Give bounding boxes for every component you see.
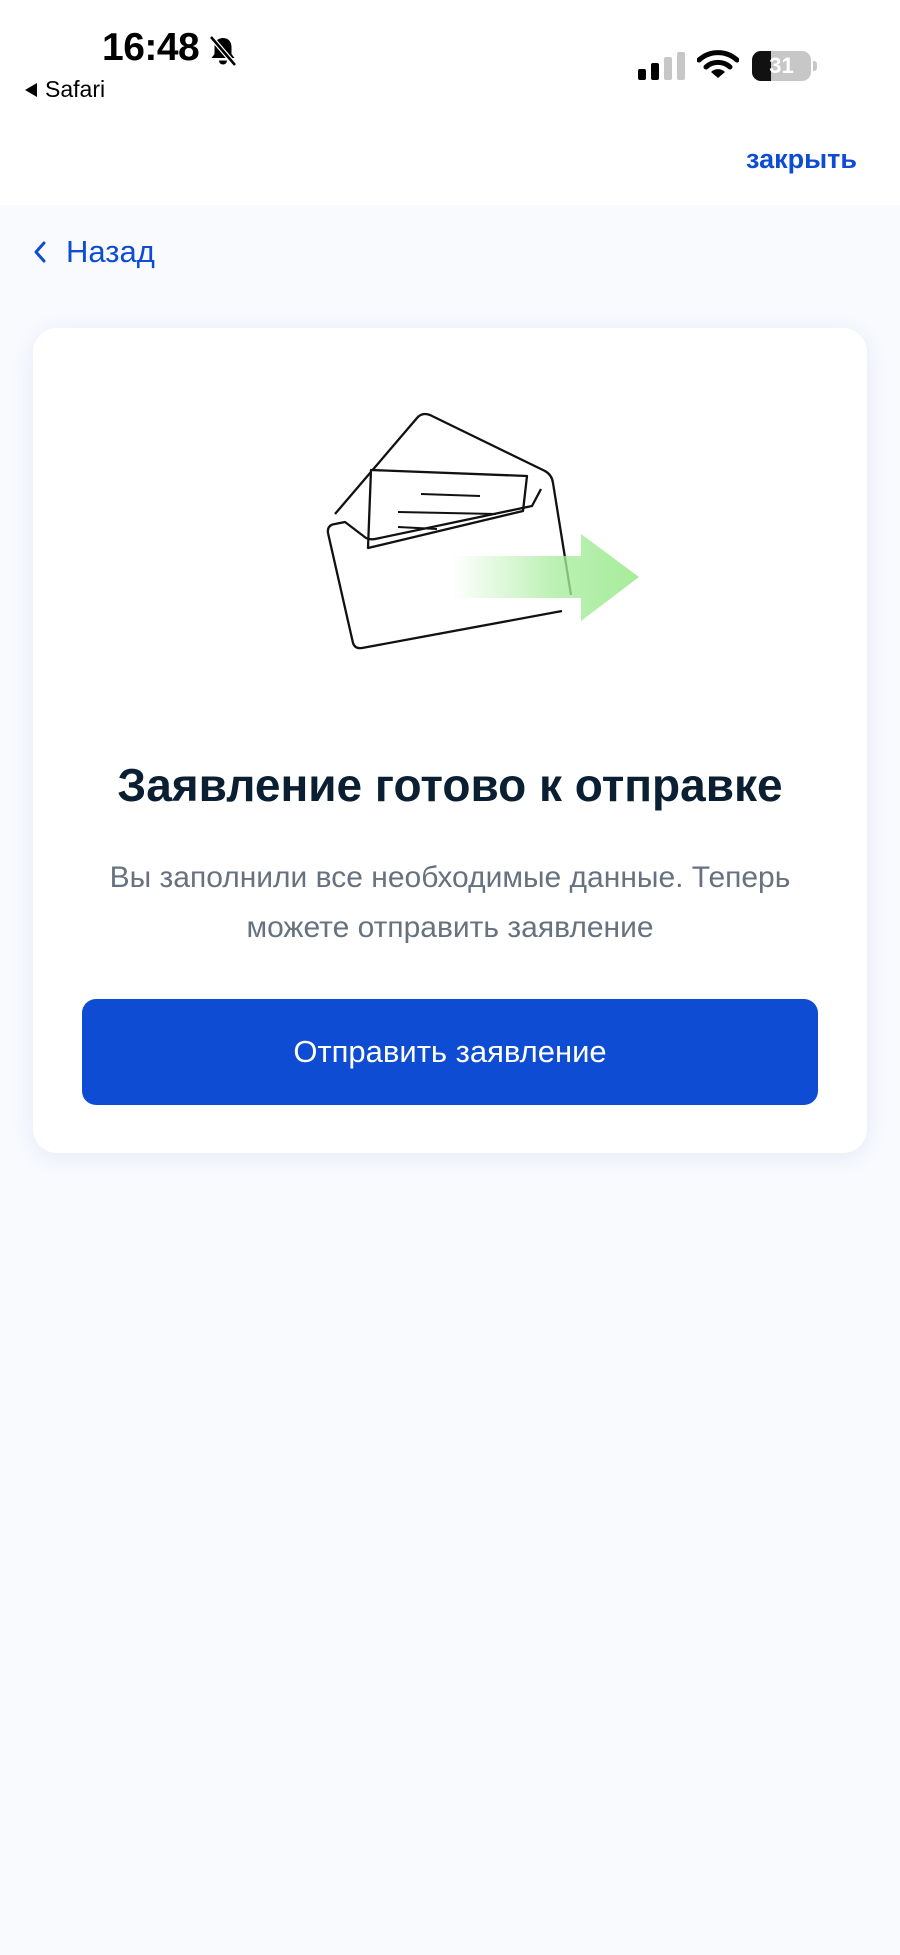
- chevron-left-icon: [34, 241, 46, 263]
- wifi-icon: [697, 50, 739, 78]
- submit-application-button[interactable]: Отправить заявление: [82, 999, 818, 1105]
- envelope-send-icon: [326, 412, 639, 650]
- card-title: Заявление готово к отправке: [117, 759, 783, 811]
- top-bar: 16:48 Safari 31 закрыть: [0, 0, 900, 205]
- close-button[interactable]: закрыть: [746, 144, 857, 175]
- back-triangle-icon: [25, 82, 37, 97]
- bell-slash-icon: [209, 35, 237, 67]
- back-button[interactable]: Назад: [32, 234, 155, 270]
- status-time: 16:48: [102, 26, 200, 69]
- battery-level: 31: [769, 53, 794, 78]
- application-ready-card: Заявление готово к отправке Вы заполнили…: [33, 328, 867, 1153]
- battery-icon: 31: [752, 51, 818, 81]
- back-app-label: Safari: [45, 76, 106, 102]
- back-label: Назад: [66, 234, 155, 269]
- signal-icon: [638, 52, 685, 80]
- back-to-app[interactable]: Safari: [25, 76, 105, 103]
- card-description: Вы заполнили все необходимые данные. Теп…: [109, 861, 791, 944]
